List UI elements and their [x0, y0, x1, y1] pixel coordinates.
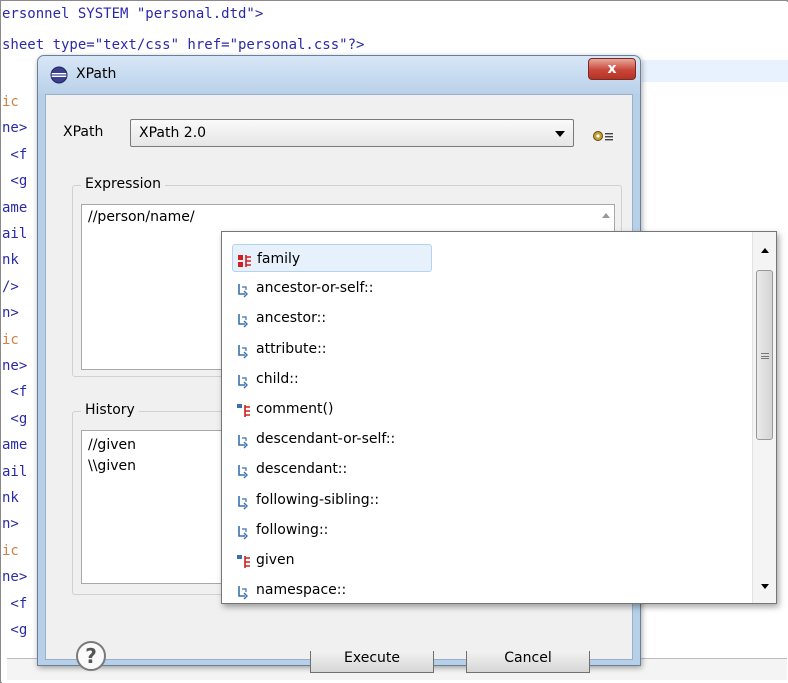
completion-item-label: namespace::	[256, 582, 347, 599]
code-fragment: />	[2, 278, 19, 295]
code-fragment: <f	[2, 595, 28, 612]
current-line-highlight	[642, 60, 788, 82]
completion-item[interactable]: descendant-or-self::	[232, 425, 732, 453]
code-fragment: <f	[2, 146, 28, 163]
code-line-stylesheet: sheet type="text/css" href="personal.css…	[2, 37, 365, 53]
execute-button[interactable]: Execute	[310, 651, 434, 673]
history-item[interactable]: \\given	[88, 456, 136, 477]
dialog-title: XPath	[76, 66, 117, 82]
window-frame: ersonnel SYSTEM "personal.dtd"> sheet ty…	[0, 0, 788, 683]
completion-item[interactable]: following-sibling::	[232, 486, 732, 514]
xpath-version-select[interactable]: XPath 2.0	[130, 119, 574, 147]
axis-icon	[236, 461, 252, 479]
node-icon	[236, 401, 252, 417]
code-fragment: <g	[2, 173, 28, 190]
code-fragment: ame	[2, 199, 28, 216]
code-fragment: ic	[2, 542, 19, 559]
code-line-doctype: ersonnel SYSTEM "personal.dtd">	[2, 6, 264, 22]
completion-item-label: following::	[256, 521, 329, 538]
help-icon[interactable]: ?	[76, 641, 106, 671]
autocomplete-popup: familyancestor-or-self:: ancestor:: attrib…	[221, 231, 777, 604]
expression-group-title: Expression	[81, 176, 165, 192]
code-fragment: nk	[2, 252, 28, 269]
expression-text: //person/name/	[88, 209, 195, 225]
axis-icon	[236, 431, 252, 449]
completion-item-label: ancestor::	[256, 310, 327, 327]
completion-item-label: descendant::	[256, 461, 348, 478]
dialog-titlebar[interactable]: XPath x	[38, 56, 640, 94]
completion-item[interactable]: child::	[232, 365, 732, 393]
scroll-down-icon[interactable]	[761, 584, 769, 589]
completion-item-label: following-sibling::	[256, 491, 380, 508]
axis-icon	[236, 582, 252, 600]
scroll-thumb[interactable]	[756, 270, 773, 440]
completion-item[interactable]: ancestor::	[232, 304, 732, 332]
grip-icon	[761, 353, 769, 359]
xpath-label: XPath	[63, 124, 104, 140]
code-fragment: <g	[2, 622, 28, 638]
history-group-title: History	[81, 402, 139, 418]
code-fragment: <f	[2, 384, 28, 401]
completion-item-label: comment()	[256, 401, 334, 417]
completion-item[interactable]: namespace::	[232, 576, 732, 603]
xpath-version-value: XPath 2.0	[139, 125, 207, 141]
axis-icon	[236, 341, 252, 359]
code-fragment: <g	[2, 410, 28, 427]
scroll-up-icon[interactable]	[602, 213, 610, 218]
history-item[interactable]: //given	[88, 435, 136, 456]
code-fragment: ail	[2, 226, 28, 242]
completion-item-label: attribute::	[256, 340, 327, 357]
close-button[interactable]: x	[588, 58, 636, 80]
axis-icon	[236, 492, 252, 510]
completion-item[interactable]: attribute::	[232, 335, 732, 363]
scroll-up-icon[interactable]	[761, 248, 769, 253]
completion-item-label: family	[257, 251, 301, 267]
completion-item[interactable]: family	[232, 244, 432, 272]
completion-item[interactable]: descendant::	[232, 455, 732, 483]
code-fragment: ne>	[2, 120, 28, 137]
popup-vertical-scrollbar[interactable]	[752, 232, 776, 603]
node-icon	[236, 552, 252, 568]
axis-icon	[236, 280, 252, 298]
code-fragment: ic	[2, 94, 19, 110]
eclipse-icon	[50, 66, 68, 84]
code-fragment: ne>	[2, 569, 28, 586]
completion-item-label: given	[256, 552, 295, 568]
settings-gear-icon[interactable]	[592, 129, 614, 143]
code-fragment: nk	[2, 490, 28, 506]
element-icon	[237, 251, 253, 267]
completion-item-label: child::	[256, 370, 299, 387]
completion-item-label: ancestor-or-self::	[256, 280, 374, 297]
completion-item[interactable]: comment()	[232, 395, 732, 423]
code-fragment: ail	[2, 463, 28, 480]
completion-item[interactable]: given	[232, 546, 732, 574]
code-fragment: ne>	[2, 358, 28, 374]
code-fragment: ame	[2, 437, 28, 454]
chevron-down-icon	[555, 131, 565, 137]
axis-icon	[236, 371, 252, 389]
completion-item[interactable]: ancestor-or-self::	[232, 274, 732, 302]
completion-item-label: descendant-or-self::	[256, 431, 396, 448]
code-fragment: ic	[2, 331, 19, 348]
code-fragment: n>	[2, 305, 19, 322]
completion-item[interactable]: following::	[232, 516, 732, 544]
cancel-button[interactable]: Cancel	[466, 651, 590, 673]
code-fragment: n>	[2, 516, 19, 533]
axis-icon	[236, 522, 252, 540]
axis-icon	[236, 310, 252, 328]
close-icon: x	[607, 61, 617, 77]
